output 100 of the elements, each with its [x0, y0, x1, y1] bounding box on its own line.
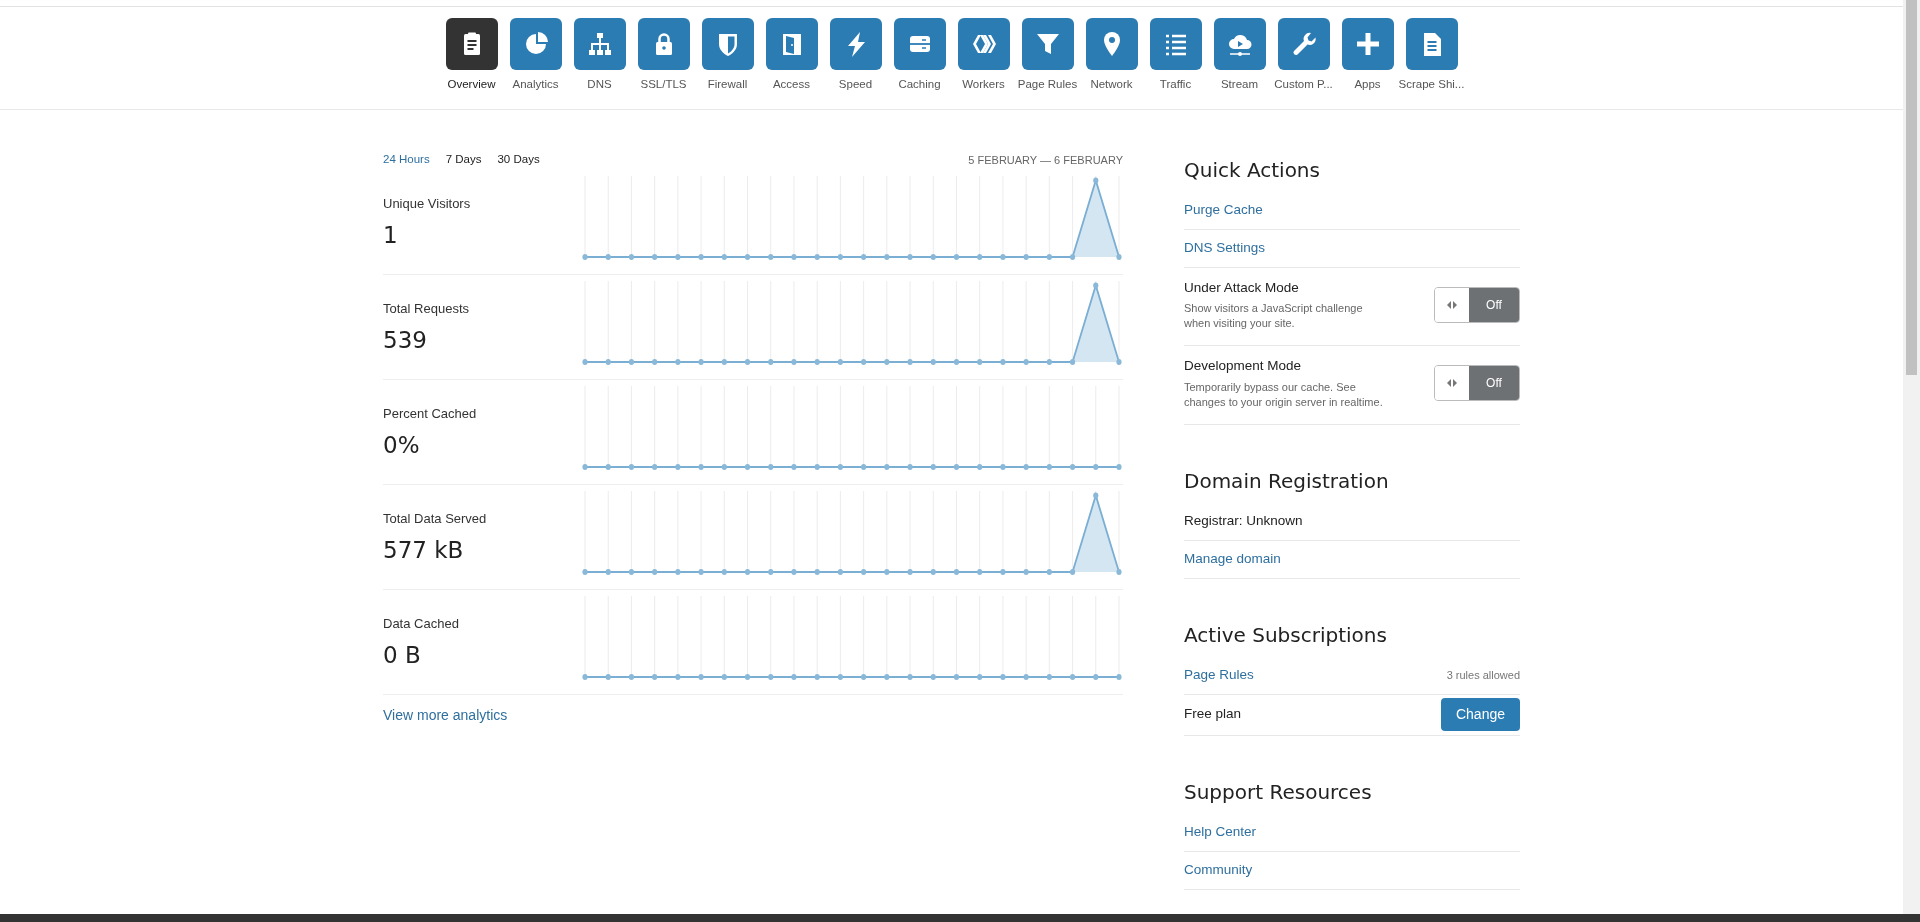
data-point — [605, 359, 611, 365]
nav-tab[interactable]: Page Rules — [1015, 18, 1080, 109]
data-point — [884, 464, 890, 470]
section-heading: Active Subscriptions — [1184, 622, 1388, 647]
data-point — [1046, 464, 1052, 470]
date-range: 5 FEBRUARY — 6 FEBRUARY — [968, 152, 1123, 168]
data-point — [861, 674, 867, 680]
data-point — [907, 359, 913, 365]
nav-tab[interactable]: Access — [759, 18, 824, 109]
stat-label: Data Cached — [383, 615, 460, 633]
data-point — [1000, 254, 1006, 260]
stat-value: 0% — [383, 430, 421, 460]
funnel-icon — [1034, 31, 1061, 57]
data-point — [652, 359, 658, 365]
data-point — [837, 674, 843, 680]
data-point — [861, 359, 867, 365]
data-point — [652, 569, 658, 575]
nav-tab[interactable]: DNS — [567, 18, 632, 109]
plan-name: Free plan — [1184, 705, 1242, 724]
data-point — [698, 674, 704, 680]
data-point — [814, 359, 820, 365]
data-point — [1046, 254, 1052, 260]
nav-tab[interactable]: Apps — [1335, 18, 1400, 109]
change-button[interactable]: Change — [1441, 698, 1520, 731]
section-heading: Quick Actions — [1184, 158, 1321, 182]
data-point — [861, 569, 867, 575]
arrows-icon — [1447, 300, 1457, 309]
data-point — [977, 254, 983, 260]
toggle-switch[interactable]: Off — [1434, 286, 1520, 323]
section-heading: Support Resources — [1184, 779, 1373, 804]
nav-tab[interactable]: Caching — [887, 18, 952, 109]
data-point — [652, 464, 658, 470]
stat-value: 539 — [383, 325, 428, 355]
setting-description: Temporarily bypass our cache. See changes to your origin server in realtime. — [1184, 379, 1384, 410]
analytics-link[interactable]: View more analytics — [383, 705, 508, 726]
data-point — [675, 254, 681, 260]
data-point — [791, 359, 797, 365]
data-point — [1093, 282, 1099, 289]
setting-title: Under Attack Mode — [1184, 279, 1300, 297]
data-point — [977, 569, 983, 575]
action-link[interactable]: Community — [1184, 859, 1253, 881]
action-link[interactable]: Purge Cache — [1184, 200, 1263, 221]
data-point — [814, 674, 820, 680]
data-point — [930, 359, 936, 365]
data-point — [1069, 569, 1076, 575]
data-point — [791, 674, 797, 680]
allowance-note: 3 rules allowed — [1446, 667, 1520, 683]
data-point — [907, 674, 913, 680]
scrollbar-thumb[interactable] — [1906, 0, 1917, 375]
stat-label: Unique Visitors — [383, 195, 472, 213]
data-point — [1093, 464, 1099, 470]
stat-label: Total Data Served — [383, 510, 488, 528]
data-point — [628, 569, 635, 575]
stat-value: 0 B — [383, 640, 422, 670]
data-point — [837, 569, 843, 575]
data-point — [1023, 464, 1029, 470]
data-point — [698, 254, 704, 260]
data-point — [1069, 674, 1076, 680]
nav-tab[interactable]: Overview — [439, 18, 504, 109]
data-point — [582, 254, 588, 260]
action-link[interactable]: DNS Settings — [1184, 238, 1266, 259]
data-point — [953, 674, 960, 680]
action-link[interactable]: Manage domain — [1184, 548, 1281, 570]
data-point — [768, 254, 774, 260]
nav-tab[interactable]: Analytics — [503, 18, 568, 109]
data-point — [1000, 464, 1006, 470]
nav-tab[interactable]: Stream — [1207, 18, 1272, 109]
data-point — [652, 254, 658, 260]
toggle-switch[interactable]: Off — [1434, 364, 1520, 401]
range-tab[interactable]: 24 Hours — [383, 151, 430, 169]
data-point — [652, 674, 658, 680]
data-point — [814, 569, 820, 575]
data-point — [953, 569, 960, 575]
nav-tab[interactable]: Firewall — [695, 18, 760, 109]
action-link[interactable]: Page Rules — [1184, 664, 1254, 686]
range-tab[interactable]: 7 Days — [445, 151, 482, 169]
network-tree-icon — [586, 31, 613, 57]
nav-tab[interactable]: Workers — [951, 18, 1016, 109]
data-point — [907, 254, 913, 260]
nav-tab[interactable]: Network — [1079, 18, 1144, 109]
data-point — [628, 254, 635, 260]
stat-label: Percent Cached — [383, 405, 478, 423]
action-link[interactable]: Help Center — [1184, 821, 1257, 843]
data-point — [977, 464, 983, 470]
range-tab[interactable]: 30 Days — [497, 151, 540, 169]
data-point — [1000, 674, 1006, 680]
nav-tab[interactable]: Traffic — [1143, 18, 1208, 109]
data-point — [837, 254, 843, 260]
nav-tab[interactable]: Scrape Shi... — [1399, 18, 1464, 109]
nav-tab[interactable]: Speed — [823, 18, 888, 109]
data-point — [907, 464, 913, 470]
data-point — [721, 674, 727, 680]
data-point — [768, 569, 774, 575]
nav-tab[interactable]: Custom P... — [1271, 18, 1336, 109]
data-point — [675, 569, 681, 575]
registrar-text: Registrar: Unknown — [1184, 511, 1303, 530]
stat-label: Total Requests — [383, 300, 470, 318]
arrows-icon — [1447, 378, 1457, 387]
nav-tab[interactable]: SSL/TLS — [631, 18, 696, 109]
section-heading: Domain Registration — [1184, 468, 1390, 493]
